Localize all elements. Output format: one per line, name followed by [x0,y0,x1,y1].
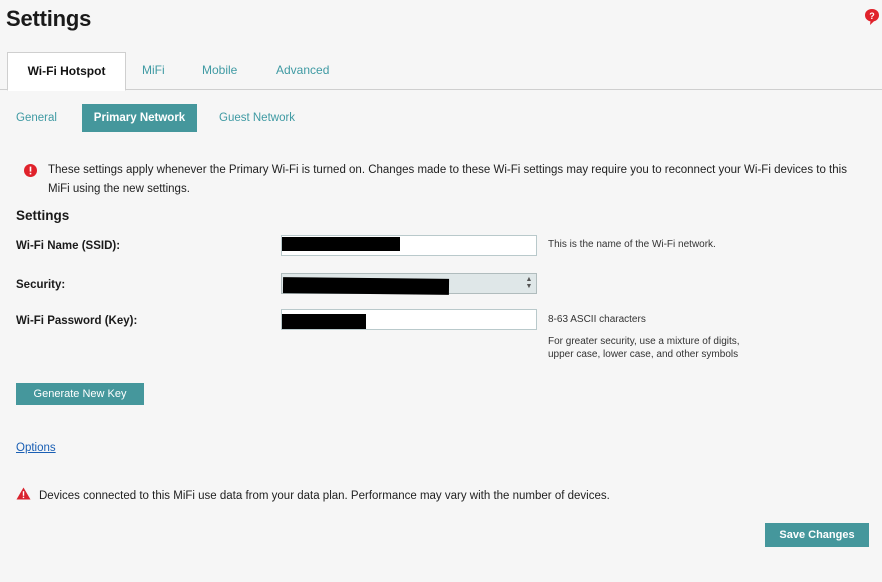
subtab-general[interactable]: General [16,104,57,132]
password-hint-security-2: upper case, lower case, and other symbol… [548,349,739,360]
save-changes-button[interactable]: Save Changes [765,523,869,547]
subtab-primary-network[interactable]: Primary Network [82,104,197,132]
warning-message: Devices connected to this MiFi use data … [39,490,610,502]
help-icon[interactable]: ? [864,8,880,26]
tab-mobile[interactable]: Mobile [202,52,237,88]
options-link[interactable]: Options [16,442,56,454]
svg-text:?: ? [869,11,875,21]
redacted-value [282,277,450,295]
subtab-guest-network[interactable]: Guest Network [219,104,295,132]
tab-wifi-hotspot[interactable]: Wi-Fi Hotspot [7,52,126,91]
password-hint-length: 8-63 ASCII characters [548,314,646,325]
redacted-value [282,237,400,251]
security-label: Security: [16,279,66,291]
tab-mifi[interactable]: MiFi [142,52,165,88]
warning-icon [16,487,31,500]
page-title: Settings [6,6,92,31]
password-label: Wi-Fi Password (Key): [16,315,138,327]
tab-advanced[interactable]: Advanced [276,52,329,88]
password-hint-security-1: For greater security, use a mixture of d… [548,336,740,347]
ssid-hint: This is the name of the Wi-Fi network. [548,239,716,250]
info-message: These settings apply whenever the Primar… [48,164,847,195]
generate-new-key-button[interactable]: Generate New Key [16,383,144,405]
redacted-value [282,314,366,329]
main-tabs: Wi-Fi Hotspot MiFi Mobile Advanced [0,52,882,91]
info-icon [24,164,37,177]
security-select[interactable]: ▲ ▼ [281,273,537,295]
password-input[interactable] [281,309,537,330]
ssid-input[interactable] [281,235,537,256]
settings-section-title: Settings [16,208,70,223]
select-arrows-icon: ▲ ▼ [525,276,533,290]
ssid-label: Wi-Fi Name (SSID): [16,240,121,252]
